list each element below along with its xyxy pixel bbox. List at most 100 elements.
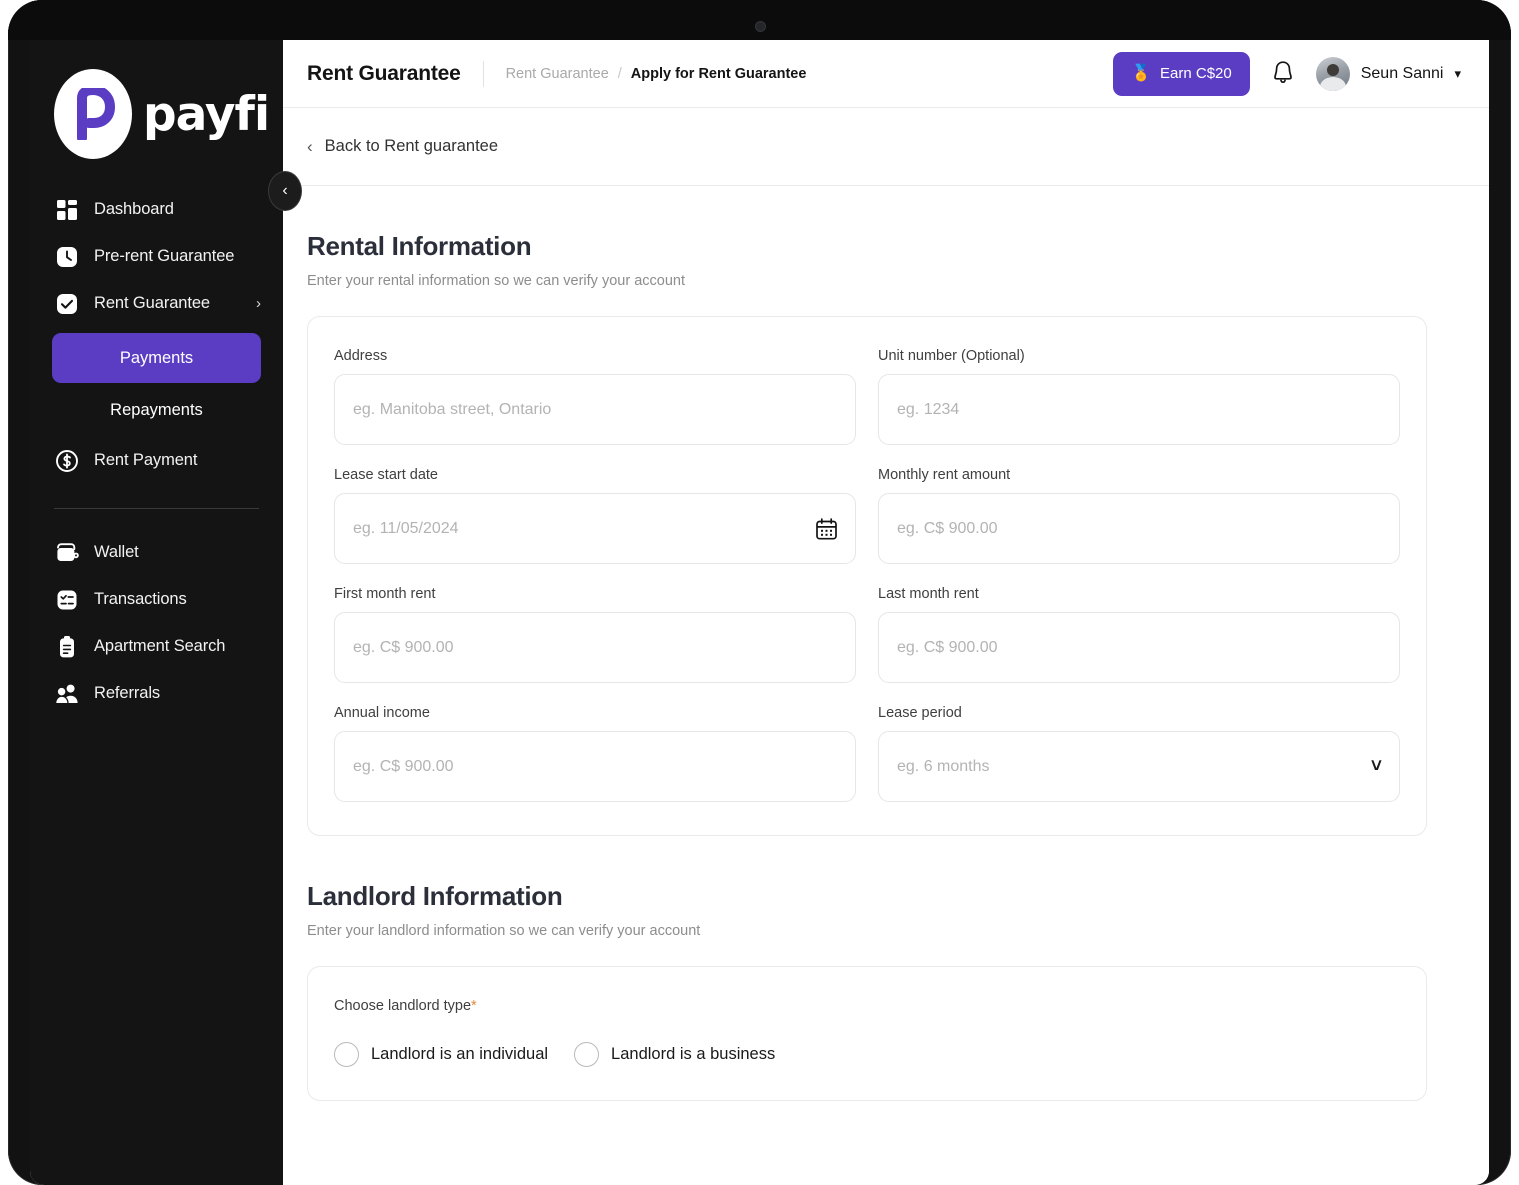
dollar-circle-icon bbox=[54, 448, 80, 474]
field-label: Lease period bbox=[878, 705, 1400, 721]
field-label: Last month rent bbox=[878, 586, 1400, 602]
sidebar-item-rent-payment[interactable]: Rent Payment bbox=[30, 437, 283, 484]
chevron-right-icon[interactable]: › bbox=[256, 296, 261, 311]
brand-name: payfi bbox=[143, 87, 269, 142]
field-lease-start-date: Lease start date bbox=[334, 467, 856, 564]
calendar-icon[interactable] bbox=[815, 517, 838, 540]
sidebar-item-rent-guarantee[interactable]: Rent Guarantee › bbox=[30, 280, 283, 327]
clock-icon bbox=[54, 244, 80, 270]
sidebar-item-label: Wallet bbox=[94, 543, 139, 562]
sidebar-collapse-button[interactable]: ‹ bbox=[268, 171, 302, 211]
chevron-left-icon: ‹ bbox=[282, 182, 287, 200]
camera-icon bbox=[756, 22, 765, 31]
earn-reward-button[interactable]: 🏅 Earn C$20 bbox=[1113, 52, 1250, 96]
radio-circle-icon[interactable] bbox=[334, 1042, 359, 1067]
sidebar-item-apartment-search[interactable]: Apartment Search bbox=[30, 623, 283, 670]
user-menu[interactable]: Seun Sanni ▾ bbox=[1316, 57, 1461, 91]
breadcrumb-current: Apply for Rent Guarantee bbox=[631, 66, 807, 82]
field-unit-number: Unit number (Optional) bbox=[878, 348, 1400, 445]
lease-start-date-input[interactable] bbox=[334, 493, 856, 564]
chevron-down-icon[interactable]: ▾ bbox=[1454, 66, 1461, 82]
field-label: Address bbox=[334, 348, 856, 364]
monthly-rent-amount-input[interactable] bbox=[878, 493, 1400, 564]
topbar-divider bbox=[483, 61, 484, 87]
back-row: ‹ Back to Rent guarantee bbox=[283, 108, 1489, 186]
bell-icon bbox=[1272, 60, 1294, 87]
device-frame: payfi Dashboard bbox=[8, 0, 1511, 1185]
rental-form-grid: Address Unit number (Optional) bbox=[334, 348, 1400, 802]
field-annual-income: Annual income bbox=[334, 705, 856, 802]
field-last-month-rent: Last month rent bbox=[878, 586, 1400, 683]
rental-information-subtitle: Enter your rental information so we can … bbox=[307, 273, 1427, 289]
payfi-p-logo-icon bbox=[54, 69, 132, 159]
chevron-left-icon: ‹ bbox=[307, 137, 313, 157]
choose-landlord-type-label: Choose landlord type* bbox=[334, 998, 1400, 1014]
rental-information-title: Rental Information bbox=[307, 231, 1427, 262]
transactions-list-icon bbox=[54, 587, 80, 613]
back-to-rent-guarantee-link[interactable]: ‹ Back to Rent guarantee bbox=[307, 137, 498, 157]
field-label: Unit number (Optional) bbox=[878, 348, 1400, 364]
sidebar-item-wallet[interactable]: Wallet bbox=[30, 529, 283, 576]
sidebar-nav: Dashboard Pre-rent Guarantee bbox=[30, 186, 283, 717]
field-monthly-rent-amount: Monthly rent amount bbox=[878, 467, 1400, 564]
breadcrumb-separator: / bbox=[618, 66, 622, 82]
field-address: Address bbox=[334, 348, 856, 445]
sidebar-item-payments[interactable]: Payments bbox=[52, 333, 261, 383]
dashboard-grid-icon bbox=[54, 197, 80, 223]
breadcrumb-parent[interactable]: Rent Guarantee bbox=[506, 66, 609, 82]
address-input[interactable] bbox=[334, 374, 856, 445]
device-bezel bbox=[8, 0, 1511, 40]
sidebar-item-repayments[interactable]: Repayments bbox=[52, 385, 261, 435]
sidebar-item-label: Apartment Search bbox=[94, 637, 225, 656]
radio-label: Landlord is an individual bbox=[371, 1045, 548, 1064]
sidebar-item-label: Referrals bbox=[94, 684, 160, 703]
app-screen: payfi Dashboard bbox=[30, 40, 1489, 1185]
sidebar: payfi Dashboard bbox=[30, 40, 283, 1185]
sidebar-item-transactions[interactable]: Transactions bbox=[30, 576, 283, 623]
field-label: Annual income bbox=[334, 705, 856, 721]
radio-circle-icon[interactable] bbox=[574, 1042, 599, 1067]
sidebar-divider bbox=[54, 508, 259, 509]
landlord-information-subtitle: Enter your landlord information so we ca… bbox=[307, 923, 1427, 939]
sidebar-subitem-label: Repayments bbox=[110, 401, 203, 420]
main-content: Rent Guarantee Rent Guarantee / Apply fo… bbox=[283, 40, 1489, 1185]
breadcrumb: Rent Guarantee / Apply for Rent Guarante… bbox=[506, 66, 807, 82]
landlord-information-title: Landlord Information bbox=[307, 881, 1427, 912]
landlord-information-card: Choose landlord type* Landlord is an ind… bbox=[307, 966, 1427, 1101]
chevron-down-icon[interactable]: ˅ bbox=[1371, 756, 1382, 778]
unit-number-input[interactable] bbox=[878, 374, 1400, 445]
earn-button-label: Earn C$20 bbox=[1160, 65, 1232, 82]
radio-landlord-individual[interactable]: Landlord is an individual bbox=[334, 1042, 548, 1067]
form-scroll-area[interactable]: Rental Information Enter your rental inf… bbox=[283, 186, 1489, 1185]
medal-icon: 🏅 bbox=[1131, 66, 1151, 82]
last-month-rent-input[interactable] bbox=[878, 612, 1400, 683]
lease-period-select[interactable] bbox=[878, 731, 1400, 802]
sidebar-item-label: Pre-rent Guarantee bbox=[94, 247, 234, 266]
sidebar-item-referrals[interactable]: Referrals bbox=[30, 670, 283, 717]
clipboard-icon bbox=[54, 634, 80, 660]
rental-information-card: Address Unit number (Optional) bbox=[307, 316, 1427, 836]
field-label: Lease start date bbox=[334, 467, 856, 483]
sidebar-item-label: Transactions bbox=[94, 590, 187, 609]
sidebar-subnav-rent-guarantee: Payments Repayments bbox=[30, 333, 283, 435]
brand-logo[interactable]: payfi bbox=[30, 40, 283, 158]
choose-landlord-type-text: Choose landlord type bbox=[334, 998, 471, 1014]
wallet-icon bbox=[54, 540, 80, 566]
field-label: Monthly rent amount bbox=[878, 467, 1400, 483]
required-marker: * bbox=[471, 998, 477, 1014]
sidebar-subitem-label: Payments bbox=[120, 349, 193, 368]
user-name: Seun Sanni bbox=[1361, 65, 1444, 83]
topbar-actions: 🏅 Earn C$20 Seun Sanni bbox=[1113, 52, 1461, 96]
sidebar-item-dashboard[interactable]: Dashboard bbox=[30, 186, 283, 233]
sidebar-item-label: Rent Payment bbox=[94, 451, 197, 470]
sidebar-item-pre-rent-guarantee[interactable]: Pre-rent Guarantee bbox=[30, 233, 283, 280]
first-month-rent-input[interactable] bbox=[334, 612, 856, 683]
avatar bbox=[1316, 57, 1350, 91]
annual-income-input[interactable] bbox=[334, 731, 856, 802]
field-first-month-rent: First month rent bbox=[334, 586, 856, 683]
notifications-button[interactable] bbox=[1268, 56, 1298, 91]
page-title: Rent Guarantee bbox=[307, 62, 461, 86]
radio-landlord-business[interactable]: Landlord is a business bbox=[574, 1042, 775, 1067]
users-icon bbox=[54, 681, 80, 707]
landlord-type-radio-group: Landlord is an individual Landlord is a … bbox=[334, 1042, 1400, 1067]
